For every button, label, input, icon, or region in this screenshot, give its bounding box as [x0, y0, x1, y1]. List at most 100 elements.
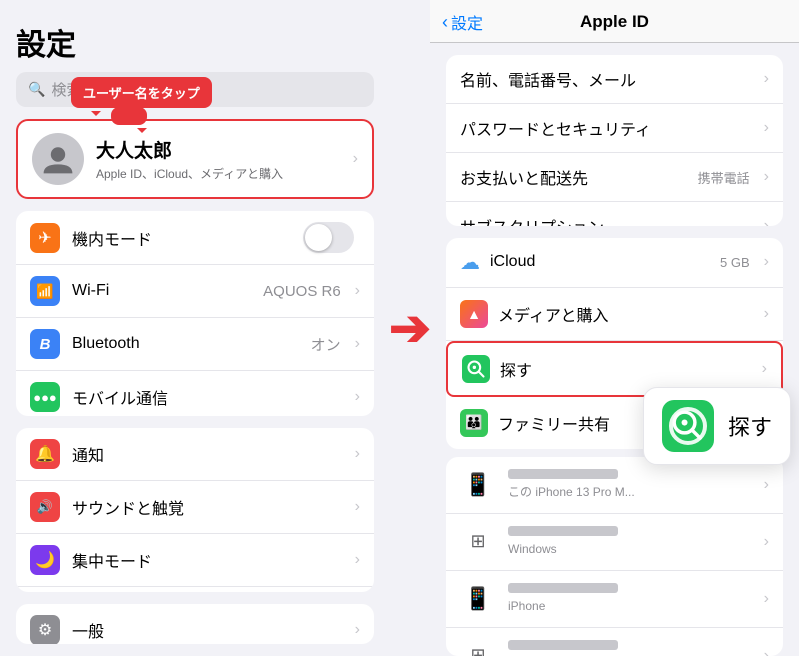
- nav-title: Apple ID: [580, 12, 649, 32]
- settings-item-general[interactable]: ⚙ 一般 ›: [16, 604, 374, 644]
- settings-item-screentime[interactable]: ⏱ スクリーンタイム ›: [16, 587, 374, 591]
- general-chevron: ›: [355, 621, 360, 639]
- media-item[interactable]: ▲ メディアと購入 ›: [446, 288, 783, 341]
- right-panel: ‹ 設定 Apple ID 名前、電話番号、メール › パスワードとセキュリティ…: [430, 0, 799, 656]
- back-chevron-icon: ‹: [442, 12, 448, 33]
- settings-group-3: ⚙ 一般 ›: [16, 604, 374, 644]
- device-iphone13-icon: 📱: [460, 467, 496, 503]
- device-iphone-other-icon: 📱: [460, 581, 496, 617]
- appleid-group: 名前、電話番号、メール › パスワードとセキュリティ › お支払いと配送先 携帯…: [446, 55, 783, 226]
- sound-label: サウンドと触覚: [72, 495, 347, 519]
- search-icon: 🔍: [28, 81, 45, 98]
- device-iphone13[interactable]: 📱 この iPhone 13 Pro M... ›: [446, 457, 783, 514]
- settings-item-notification[interactable]: 🔔 通知 ›: [16, 428, 374, 481]
- focus-chevron: ›: [355, 551, 360, 569]
- device-iphone-other-info: iPhone: [508, 583, 756, 615]
- find-tooltip: 探す: [643, 387, 791, 465]
- appleid-subscription[interactable]: サブスクリプション ›: [446, 202, 783, 226]
- find-label: 探す: [500, 357, 754, 381]
- device-windows1-icon: ⊞: [460, 524, 496, 560]
- settings-item-focus[interactable]: 🌙 集中モード ›: [16, 534, 374, 587]
- profile-info: 大人太郎 Apple ID、iCloud、メディアと購入: [96, 136, 345, 182]
- password-label: パスワードとセキュリティ: [460, 116, 756, 140]
- avatar: [32, 133, 84, 185]
- left-panel: 設定 🔍 検索 ユーザー名をタップ 大人太郎 Apple ID、iCloud、メ…: [0, 0, 390, 656]
- notification-icon: 🔔: [30, 439, 60, 469]
- password-chevron: ›: [764, 119, 769, 137]
- family-icon: 👪: [460, 409, 488, 437]
- icloud-chevron: ›: [764, 253, 769, 271]
- device-iphone13-chevron: ›: [764, 476, 769, 494]
- settings-title: 設定: [0, 0, 390, 72]
- name-phone-label: 名前、電話番号、メール: [460, 67, 756, 91]
- device-windows2-icon: ⊞: [460, 638, 496, 656]
- focus-label: 集中モード: [72, 548, 347, 572]
- payment-label: お支払いと配送先: [460, 165, 698, 189]
- appleid-name-phone[interactable]: 名前、電話番号、メール ›: [446, 55, 783, 104]
- arrow-section: ➔: [390, 0, 430, 656]
- profile-card[interactable]: 大人太郎 Apple ID、iCloud、メディアと購入 ›: [16, 119, 374, 199]
- settings-item-wifi[interactable]: 📶 Wi-Fi AQUOS R6 ›: [16, 265, 374, 318]
- focus-icon: 🌙: [30, 545, 60, 575]
- notification-label: 通知: [72, 442, 347, 466]
- device-iphone13-info: この iPhone 13 Pro M...: [508, 469, 756, 501]
- device-windows1-label-bar: [508, 526, 618, 536]
- settings-item-cellular[interactable]: ●●● モバイル通信 ›: [16, 371, 374, 416]
- settings-item-sound[interactable]: 🔊 サウンドと触覚 ›: [16, 481, 374, 534]
- airplane-label: 機内モード: [72, 226, 303, 250]
- media-icon: ▲: [460, 300, 488, 328]
- profile-chevron: ›: [353, 150, 358, 168]
- payment-value: 携帯電話: [698, 168, 750, 187]
- appleid-payment[interactable]: お支払いと配送先 携帯電話 ›: [446, 153, 783, 202]
- device-windows1-sublabel: Windows: [508, 542, 557, 556]
- cellular-label: モバイル通信: [72, 385, 347, 409]
- device-windows2-label-bar: [508, 640, 618, 650]
- settings-item-airplane[interactable]: ✈ 機内モード: [16, 211, 374, 265]
- device-windows2[interactable]: ⊞ Windows ›: [446, 628, 783, 656]
- cellular-chevron: ›: [355, 388, 360, 406]
- device-windows1[interactable]: ⊞ Windows ›: [446, 514, 783, 571]
- find-item[interactable]: 探す › 探す: [446, 341, 783, 397]
- avatar-icon: [40, 141, 76, 177]
- payment-chevron: ›: [764, 168, 769, 186]
- icloud-icon: ☁: [460, 250, 480, 275]
- device-windows2-chevron: ›: [764, 647, 769, 656]
- media-label: メディアと購入: [498, 302, 756, 326]
- device-windows1-info: Windows: [508, 526, 756, 558]
- appleid-password[interactable]: パスワードとセキュリティ ›: [446, 104, 783, 153]
- notification-chevron: ›: [355, 445, 360, 463]
- sound-chevron: ›: [355, 498, 360, 516]
- general-label: 一般: [72, 618, 347, 642]
- profile-name: 大人太郎: [96, 136, 345, 163]
- bluetooth-value: オン: [311, 334, 341, 355]
- wifi-value: AQUOS R6: [263, 283, 341, 300]
- find-tooltip-svg: [669, 407, 707, 445]
- device-iphone-other-label-bar: [508, 583, 618, 593]
- device-windows1-chevron: ›: [764, 533, 769, 551]
- bluetooth-chevron: ›: [355, 335, 360, 353]
- icloud-item[interactable]: ☁ iCloud 5 GB ›: [446, 238, 783, 288]
- wifi-icon: 📶: [30, 276, 60, 306]
- settings-group-1: ✈ 機内モード 📶 Wi-Fi AQUOS R6 › B Bluetooth オ…: [16, 211, 374, 416]
- general-icon: ⚙: [30, 615, 60, 644]
- icloud-group: ☁ iCloud 5 GB › ▲ メディアと購入 › 探す ›: [446, 238, 783, 449]
- cellular-icon: ●●●: [30, 382, 60, 412]
- device-iphone13-sublabel: この iPhone 13 Pro M...: [508, 485, 635, 499]
- settings-item-bluetooth[interactable]: B Bluetooth オン ›: [16, 318, 374, 371]
- name-phone-chevron: ›: [764, 70, 769, 88]
- red-arrow-icon: ➔: [389, 303, 431, 353]
- device-iphone-other[interactable]: 📱 iPhone ›: [446, 571, 783, 628]
- devices-group: 📱 この iPhone 13 Pro M... › ⊞ Windows › 📱 …: [446, 457, 783, 656]
- find-tooltip-icon: [662, 400, 714, 452]
- device-windows2-info: Windows: [508, 640, 756, 656]
- bluetooth-icon: B: [30, 329, 60, 359]
- sound-icon: 🔊: [30, 492, 60, 522]
- nav-back[interactable]: ‹ 設定: [442, 10, 483, 34]
- nav-bar: ‹ 設定 Apple ID: [430, 0, 799, 43]
- callout-arrow: [111, 107, 147, 125]
- find-icon-svg: [466, 359, 486, 379]
- find-tooltip-text: 探す: [728, 410, 772, 442]
- airplane-toggle[interactable]: [303, 222, 354, 253]
- callout-bubble: ユーザー名をタップ: [71, 77, 212, 108]
- find-chevron: ›: [762, 360, 767, 378]
